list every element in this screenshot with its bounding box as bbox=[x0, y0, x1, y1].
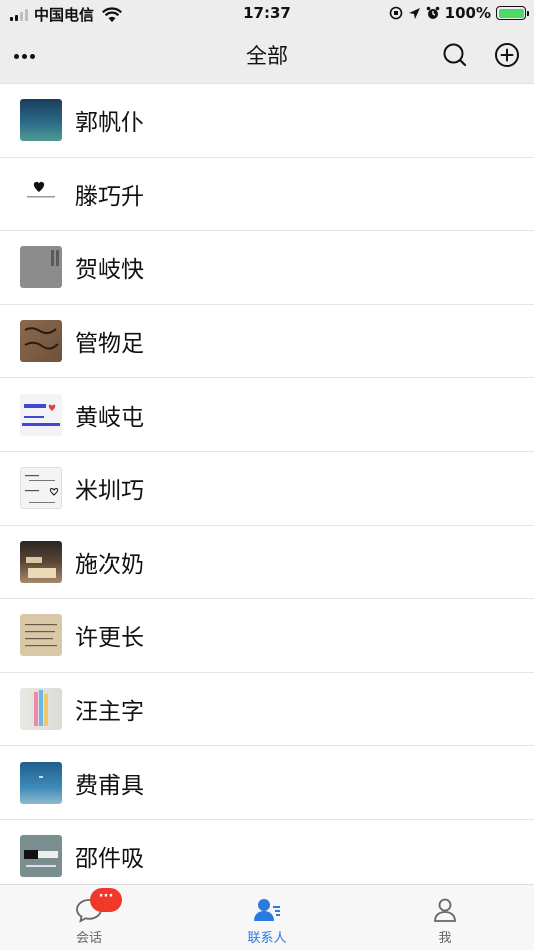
contact-name: 管物足 bbox=[75, 331, 144, 358]
avatar-texture bbox=[25, 624, 57, 647]
contact-name: 黄岐屯 bbox=[75, 404, 144, 431]
avatar bbox=[20, 540, 62, 583]
avatar bbox=[20, 467, 62, 510]
avatar-texture bbox=[24, 327, 59, 350]
contact-name: 邵件吸 bbox=[75, 846, 144, 873]
avatar-texture bbox=[39, 775, 43, 778]
avatar-texture bbox=[25, 475, 59, 504]
tab-contacts-label: 联系人 bbox=[247, 931, 287, 946]
avatar bbox=[20, 393, 62, 436]
contact-item[interactable]: 施次奶 bbox=[0, 526, 534, 600]
contact-name: 汪主字 bbox=[75, 699, 144, 726]
avatar-texture bbox=[26, 556, 56, 578]
tab-chat[interactable]: 会话 bbox=[29, 885, 149, 950]
avatar-texture bbox=[24, 850, 58, 868]
contact-item[interactable]: 管物足 bbox=[0, 305, 534, 379]
avatar bbox=[20, 614, 62, 657]
contact-name: 贺岐快 bbox=[75, 257, 144, 284]
tab-me-label: 我 bbox=[438, 931, 452, 946]
person-icon bbox=[434, 898, 456, 922]
location-icon bbox=[408, 7, 420, 19]
contacts-icon bbox=[254, 899, 280, 921]
contact-item[interactable]: 邵件吸 bbox=[0, 820, 534, 884]
contact-item[interactable]: 滕巧升 bbox=[0, 158, 534, 232]
contact-name: 滕巧升 bbox=[75, 183, 144, 210]
tab-contacts[interactable]: 联系人 bbox=[207, 885, 327, 950]
tab-bar: 会话 ··· 联系人 我 bbox=[0, 884, 534, 950]
contact-list: 郭帆仆 滕巧升 贺岐快 管物足 黄岐屯 米圳巧 施次奶 许更长 汪主字 费甫具 … bbox=[0, 84, 534, 884]
contact-name: 费甫具 bbox=[75, 772, 144, 799]
contact-item[interactable]: 汪主字 bbox=[0, 673, 534, 747]
avatar bbox=[20, 320, 62, 363]
contact-item[interactable]: 费甫具 bbox=[0, 746, 534, 820]
contact-item[interactable]: 郭帆仆 bbox=[0, 84, 534, 158]
contact-name: 郭帆仆 bbox=[75, 110, 144, 137]
add-icon[interactable] bbox=[494, 42, 520, 68]
heart-icon bbox=[27, 181, 55, 198]
nav-bar: 全部 bbox=[0, 28, 534, 84]
contact-name: 施次奶 bbox=[75, 551, 144, 578]
contact-item[interactable]: 贺岐快 bbox=[0, 231, 534, 305]
avatar bbox=[20, 99, 62, 142]
contact-item[interactable]: 黄岐屯 bbox=[0, 378, 534, 452]
unread-badge: ··· bbox=[90, 888, 122, 912]
alarm-icon bbox=[426, 6, 439, 19]
status-bar: 中国电信 17:37 100% bbox=[0, 0, 534, 28]
avatar bbox=[20, 688, 62, 731]
search-icon[interactable] bbox=[442, 42, 468, 68]
avatar bbox=[20, 246, 62, 289]
contact-item[interactable]: 许更长 bbox=[0, 599, 534, 673]
avatar bbox=[20, 835, 62, 878]
avatar bbox=[20, 761, 62, 804]
battery-icon bbox=[496, 6, 529, 20]
contact-name: 米圳巧 bbox=[75, 478, 144, 505]
contact-name: 许更长 bbox=[75, 625, 144, 652]
contact-item[interactable]: 米圳巧 bbox=[0, 452, 534, 526]
avatar bbox=[20, 172, 62, 215]
avatar-texture bbox=[34, 690, 48, 727]
battery-percent: 100% bbox=[444, 4, 491, 22]
tab-me[interactable]: 我 bbox=[385, 885, 505, 950]
tab-chat-label: 会话 bbox=[75, 931, 102, 946]
orientation-lock-icon bbox=[389, 6, 402, 20]
status-right: 100% bbox=[389, 4, 529, 22]
avatar-texture bbox=[22, 403, 60, 426]
avatar-texture bbox=[51, 250, 59, 267]
